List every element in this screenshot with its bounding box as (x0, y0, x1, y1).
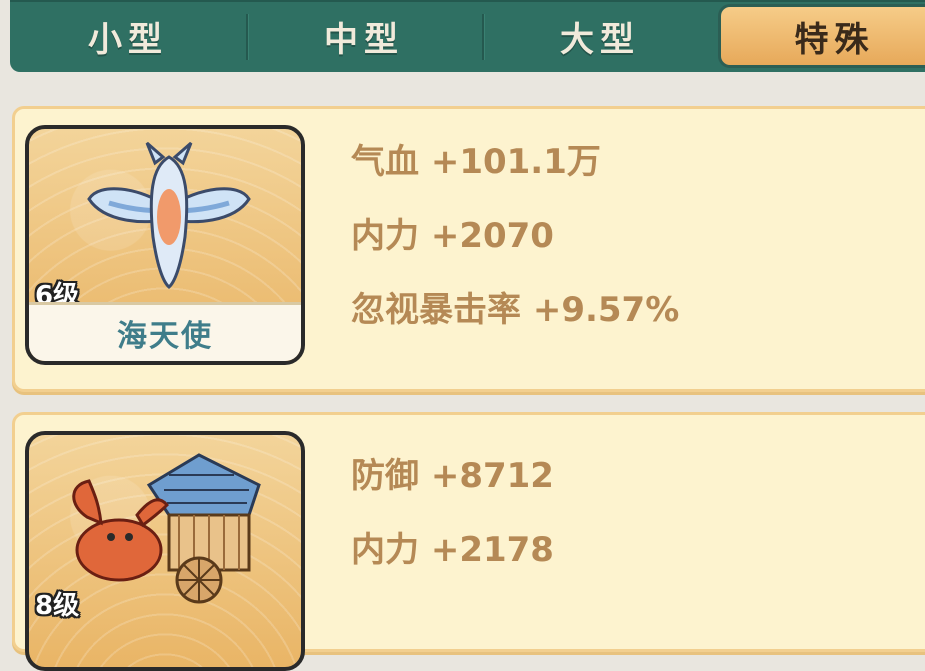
tab-special[interactable]: 特殊 (718, 4, 925, 68)
crab-cart-icon (72, 453, 261, 604)
tab-small[interactable]: 小型 (10, 0, 246, 72)
pet-portrait: 6级 海天使 (25, 125, 305, 365)
stat-list: 气血 +101.1万 内力 +2070 忽视暴击率 +9.57% (351, 143, 679, 365)
pet-card[interactable]: 6级 海天使 气血 +101.1万 内力 +2070 忽视暴击率 +9.57% (12, 106, 925, 392)
pet-portrait: 8级 (25, 431, 305, 671)
stat-line: 气血 +101.1万 (351, 142, 601, 182)
stat-line: 内力 +2070 (351, 216, 554, 256)
sea-angel-icon (87, 141, 251, 289)
stat-line: 内力 +2178 (351, 530, 554, 570)
pet-name: 海天使 (29, 302, 301, 361)
pet-card[interactable]: 8级 防御 +8712 内力 +2178 (12, 412, 925, 671)
tab-large[interactable]: 大型 (482, 0, 718, 72)
stat-line: 忽视暴击率 +9.57% (351, 290, 680, 330)
stat-list: 防御 +8712 内力 +2178 (351, 457, 554, 605)
stat-line: 防御 +8712 (351, 456, 554, 496)
tab-medium[interactable]: 中型 (246, 0, 482, 72)
pet-level: 8级 (35, 591, 80, 621)
category-tab-bar: 小型 中型 大型 特殊 (10, 0, 925, 72)
